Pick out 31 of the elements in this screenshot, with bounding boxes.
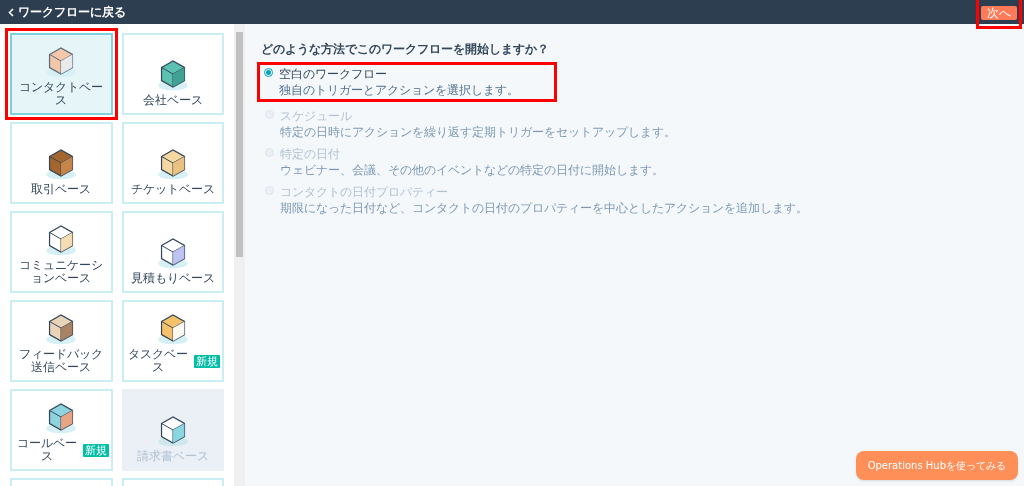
- option-title: 空白のワークフロー: [279, 67, 388, 81]
- template-card[interactable]: フィードバック送信ベース: [10, 300, 113, 382]
- option-description: 特定の日時にアクションを繰り返す定期トリガーをセットアップします。: [280, 125, 676, 139]
- card-label: チケットベース: [130, 183, 215, 196]
- option-description: ウェビナー、会議、その他のイベントなどの特定の日付に開始します。: [280, 163, 664, 177]
- template-card[interactable]: コミュニケーションベース: [10, 211, 113, 293]
- card-label: 会社ベース: [142, 94, 203, 107]
- radio-button[interactable]: [264, 68, 273, 77]
- chevron-left-icon: [8, 7, 14, 17]
- question-heading: どのような方法でこのワークフローを開始しますか？: [261, 41, 550, 58]
- template-card[interactable]: 取引ベース: [10, 122, 113, 204]
- template-card[interactable]: チケットベース: [121, 122, 224, 204]
- card-label: フィードバック送信ベース: [18, 348, 105, 374]
- back-link[interactable]: ワークフローに戻る: [8, 3, 126, 21]
- option-description: 独自のトリガーとアクションを選択します。: [279, 83, 519, 97]
- scrollbar-thumb[interactable]: [236, 32, 243, 257]
- template-card[interactable]: 見積もりベース: [121, 211, 224, 293]
- card-label: コンタクトベース: [18, 81, 105, 107]
- scrollbar[interactable]: [234, 24, 245, 486]
- card-label: 見積もりベース: [130, 272, 215, 285]
- option-title: スケジュール: [280, 109, 353, 123]
- new-badge: 新規: [82, 443, 109, 457]
- template-card[interactable]: 会社ベース: [121, 33, 224, 115]
- card-label: コミュニケーションベース: [18, 259, 105, 285]
- card-label: 取引ベース: [31, 183, 92, 196]
- card-label: コールベース: [15, 437, 78, 463]
- card-label: タスクベース: [127, 348, 190, 374]
- new-badge: 新規: [194, 354, 220, 368]
- option-description: 期限になった日付など、コンタクトの日付のプロパティーを中心としたアクションを追加します。: [280, 201, 808, 215]
- option-title: 特定の日付: [280, 147, 341, 161]
- template-card[interactable]: コンタクトベース: [10, 33, 113, 115]
